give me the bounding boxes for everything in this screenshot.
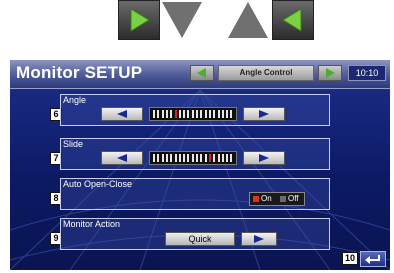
gauge-tick [187,110,190,118]
gauge-tick [226,110,229,118]
monitor-setup-screen: Monitor SETUP Angle Control 10:10 6 Angl… [10,60,390,270]
gauge-tick [213,154,216,162]
page-title: Monitor SETUP [16,63,143,82]
gauge-tick [230,110,233,118]
gauge-tick [170,110,173,118]
arrow-left-icon [117,110,127,118]
monitor-action-value: Quick [165,232,235,246]
control-name-label: Angle Control [218,65,314,81]
clock: 10:10 [348,65,386,81]
return-button[interactable] [360,251,386,267]
gauge-tick [221,110,224,118]
gauge-tick [174,154,177,162]
gauge-tick [178,110,181,118]
angle-row: Angle [60,94,330,126]
gauge-tick [165,154,168,162]
header-bar: Monitor SETUP Angle Control 10:10 [10,60,390,89]
gauge-tick [161,110,164,118]
gauge-tick [157,110,160,118]
auto-open-close-row: Auto Open-Close On Off [60,178,330,210]
gauge-tick [191,110,194,118]
gauge-tick [208,110,211,118]
gauge-tick [187,154,190,162]
gauge-tick [196,154,198,162]
slide-row: Slide [60,138,330,170]
arrow-right-icon [259,154,269,162]
angle-level-gauge [149,107,237,121]
gauge-tick [230,154,233,162]
gauge-tick [200,154,203,162]
gauge-tick [178,154,181,162]
guide-left-button[interactable] [272,0,314,40]
auto-open-close-label: Auto Open-Close [63,179,133,189]
on-indicator-icon [253,195,259,202]
gauge-tick [213,110,216,118]
play-left-icon [282,8,302,32]
gauge-tick [165,110,168,118]
gauge-tick [217,154,220,162]
gauge-tick [204,110,207,118]
gauge-tick [153,154,155,162]
gauge-tick [217,110,220,118]
angle-increase-button[interactable] [243,107,285,121]
monitor-action-row: Monitor Action Quick [60,218,330,250]
gauge-tick [191,154,194,162]
gauge-active-tick [208,154,211,162]
monitor-action-next-button[interactable] [241,232,277,246]
auto-open-close-toggle: On Off [249,192,305,206]
slide-level-gauge [149,151,237,165]
gauge-tick [153,110,155,118]
play-right-icon [130,8,150,32]
slide-decrease-button[interactable] [101,151,143,165]
guide-right-button[interactable] [118,0,160,40]
triangle-up-icon[interactable] [226,0,270,40]
gauge-tick [226,154,229,162]
toggle-on-option[interactable]: On [251,194,276,204]
gauge-tick [196,110,198,118]
next-control-button[interactable] [318,65,342,81]
off-option-label: Off [288,194,299,203]
slide-label: Slide [63,139,84,149]
return-icon [365,255,380,264]
callout-10: 10 [342,252,358,265]
gauge-tick [204,154,207,162]
angle-label: Angle [63,95,87,105]
slide-increase-button[interactable] [243,151,285,165]
gauge-tick [170,154,173,162]
on-option-label: On [261,194,272,203]
gauge-tick [183,154,186,162]
gauge-tick [183,110,186,118]
play-right-icon [326,68,335,78]
gauge-tick [200,110,203,118]
off-indicator-icon [280,195,286,202]
angle-decrease-button[interactable] [101,107,143,121]
arrow-right-icon [259,110,269,118]
gauge-tick [221,154,224,162]
gauge-active-tick [174,110,177,118]
monitor-action-label: Monitor Action [63,219,121,229]
gauge-tick [157,154,160,162]
triangle-down-icon[interactable] [160,0,204,40]
prev-control-button[interactable] [190,65,214,81]
arrow-right-icon [254,235,264,243]
play-left-icon [197,68,206,78]
gauge-tick [161,154,164,162]
toggle-off-option[interactable]: Off [278,194,303,204]
arrow-left-icon [117,154,127,162]
